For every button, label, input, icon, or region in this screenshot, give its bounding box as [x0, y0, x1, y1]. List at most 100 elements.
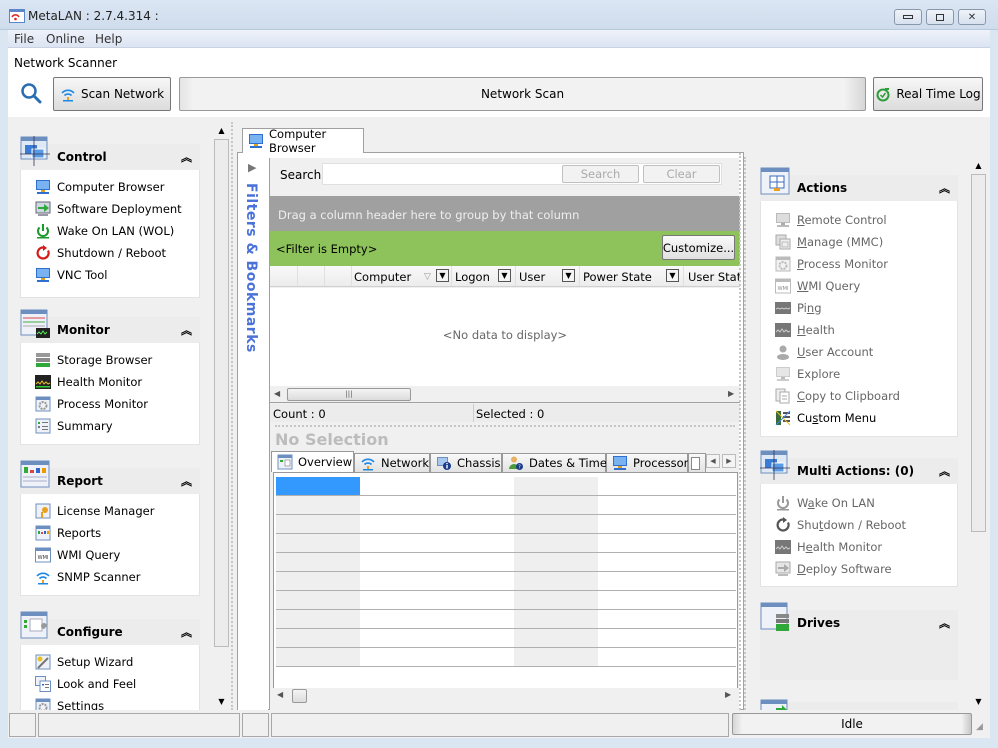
group-header[interactable]: Report ︽ [20, 460, 200, 494]
action-custom-menu[interactable]: Custom Menu [775, 409, 876, 427]
tab-overview[interactable]: Overview [271, 451, 354, 472]
expand-arrow-icon[interactable]: ▶ [248, 161, 256, 174]
collapse-icon[interactable]: ︽ [181, 473, 192, 489]
tab-dates-times[interactable]: ? Dates & Times [502, 453, 613, 472]
nav-setup-wizard[interactable]: Setup Wizard [35, 653, 133, 671]
scroll-down-icon[interactable]: ▼ [970, 693, 987, 710]
scroll-left-icon[interactable]: ◀ [277, 690, 283, 699]
scroll-left-icon[interactable]: ◀ [274, 389, 280, 398]
collapse-icon[interactable]: ︽ [939, 463, 950, 479]
col-power-state[interactable]: Power State ▼ [580, 266, 684, 286]
scroll-thumb[interactable]: ||| [287, 388, 411, 401]
property-name-cell[interactable] [514, 534, 598, 552]
property-name-cell[interactable] [514, 572, 598, 590]
tab-chassis[interactable]: Chassis [430, 453, 502, 472]
splitter[interactable] [275, 425, 735, 427]
customize-button[interactable]: Customize... [662, 235, 735, 260]
group-header[interactable]: Configure ︽ [20, 611, 200, 645]
property-row[interactable] [276, 496, 736, 515]
close-button[interactable]: ✕ [958, 9, 986, 25]
action-wmi-query[interactable]: WMI WMI Query [775, 277, 860, 295]
nav-vnc-tool[interactable]: VNC Tool [35, 266, 108, 284]
property-name-cell[interactable] [276, 591, 360, 609]
property-row[interactable] [276, 572, 736, 591]
scroll-thumb[interactable] [292, 689, 307, 703]
nav-storage-browser[interactable]: Storage Browser [35, 351, 152, 369]
tab-scroll-left-icon[interactable]: ◀ [706, 454, 720, 468]
resize-grip-icon[interactable]: ◢ [976, 722, 983, 732]
property-name-cell[interactable] [514, 553, 598, 571]
scroll-down-icon[interactable]: ▼ [213, 693, 230, 710]
action-manage-mmc[interactable]: Manage (MMC) [775, 233, 883, 251]
property-row[interactable] [276, 515, 736, 534]
search-button[interactable]: Search [562, 165, 639, 183]
tab-scroll-right-icon[interactable]: ▶ [722, 454, 736, 468]
property-row[interactable] [276, 610, 736, 629]
scroll-right-icon[interactable]: ▶ [728, 389, 734, 398]
grid-horizontal-scrollbar[interactable]: ◀ ||| ▶ [270, 386, 740, 403]
nav-look-and-feel[interactable]: Look and Feel [35, 675, 136, 693]
nav-process-monitor[interactable]: Process Monitor [35, 395, 148, 413]
scroll-up-icon[interactable]: ▲ [213, 122, 230, 139]
tab-processor[interactable]: Processor [606, 453, 688, 472]
detail-property-grid[interactable] [273, 472, 738, 696]
property-row[interactable] [276, 534, 736, 553]
property-row[interactable] [276, 553, 736, 572]
filter-status[interactable]: <Filter is Empty> [276, 242, 377, 256]
property-name-cell-selected[interactable] [276, 477, 360, 495]
tab-more[interactable] [688, 453, 706, 472]
collapse-icon[interactable]: ︽ [181, 322, 192, 338]
nav-computer-browser[interactable]: Computer Browser [35, 178, 164, 196]
action-remote-control[interactable]: Remote Control [775, 211, 887, 229]
tab-computer-browser[interactable]: Computer Browser [242, 127, 364, 155]
filters-bookmarks-strip[interactable]: ▶ Filters & Bookmarks [238, 153, 268, 710]
property-name-cell[interactable] [514, 610, 598, 628]
action-health[interactable]: Health [775, 321, 835, 339]
group-header[interactable]: Control ︽ [20, 136, 200, 170]
col-user-state[interactable]: User State [684, 266, 740, 286]
property-name-cell[interactable] [276, 572, 360, 590]
scroll-thumb[interactable] [214, 139, 229, 647]
multi-deploy-software[interactable]: Deploy Software [775, 560, 892, 578]
property-name-cell[interactable] [276, 648, 360, 666]
property-name-cell[interactable] [514, 591, 598, 609]
clear-button[interactable]: Clear [643, 165, 720, 183]
splitter[interactable] [739, 153, 742, 710]
scan-network-button[interactable]: Scan Network [53, 77, 171, 111]
property-name-cell[interactable] [514, 629, 598, 647]
property-name-cell[interactable] [514, 496, 598, 514]
property-name-cell[interactable] [276, 610, 360, 628]
group-header[interactable]: Monitor ︽ [20, 309, 200, 343]
action-user-account[interactable]: User Account [775, 343, 873, 361]
group-header[interactable]: Multi Actions: (0) ︽ [760, 450, 958, 484]
right-panel-scrollbar[interactable]: ▲ ▼ [970, 157, 987, 710]
property-name-cell[interactable] [276, 496, 360, 514]
nav-wmi-query[interactable]: WMI WMI Query [35, 546, 120, 564]
action-process-monitor[interactable]: Process Monitor [775, 255, 888, 273]
property-name-cell[interactable] [514, 515, 598, 533]
property-row[interactable] [276, 648, 736, 667]
splitter[interactable] [231, 122, 234, 710]
collapse-icon[interactable]: ︽ [181, 149, 192, 165]
collapse-icon[interactable]: ︽ [939, 180, 950, 196]
nav-software-deployment[interactable]: Software Deployment [35, 200, 182, 218]
nav-settings[interactable]: Settings [35, 697, 104, 710]
filters-bookmarks-label[interactable]: Filters & Bookmarks [243, 183, 259, 353]
filter-dropdown-icon[interactable]: ▼ [498, 269, 511, 282]
collapse-icon[interactable]: ︽ [181, 624, 192, 640]
scroll-up-icon[interactable]: ▲ [970, 157, 987, 174]
property-row[interactable] [276, 477, 736, 496]
property-row[interactable] [276, 629, 736, 648]
nav-reports[interactable]: Reports [35, 524, 101, 542]
col-logon[interactable]: Logon ▼ [452, 266, 516, 286]
group-header[interactable] [760, 699, 958, 710]
filter-dropdown-icon[interactable]: ▼ [562, 269, 575, 282]
multi-shutdown-reboot[interactable]: Shutdown / Reboot [775, 516, 906, 534]
nav-health-monitor[interactable]: Health Monitor [35, 373, 142, 391]
splitter[interactable] [744, 157, 747, 710]
property-name-cell[interactable] [276, 534, 360, 552]
property-name-cell[interactable] [276, 515, 360, 533]
property-name-cell[interactable] [276, 553, 360, 571]
action-ping[interactable]: Ping [775, 299, 822, 317]
group-header[interactable]: Drives ︽ [760, 602, 958, 680]
